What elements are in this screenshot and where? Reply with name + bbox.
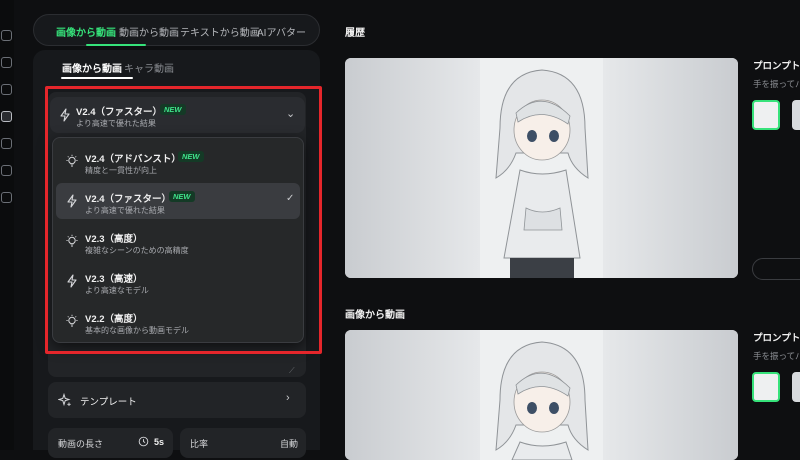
blurred-background bbox=[345, 58, 480, 278]
action-button[interactable] bbox=[752, 258, 800, 280]
blurred-background bbox=[603, 58, 738, 278]
option-name: V2.4（ファスター） bbox=[85, 194, 172, 205]
bulb-icon bbox=[66, 314, 78, 327]
history-title: 履歴 bbox=[345, 28, 365, 39]
active-tab-indicator bbox=[86, 44, 146, 46]
model-dropdown: V2.4（アドバンスト） NEW 精度と一貫性が向上 V2.4（ファスター） N… bbox=[52, 137, 304, 343]
bulb-icon bbox=[66, 154, 78, 167]
model-option-v23-advanced[interactable]: V2.3（高度） 複雑なシーンのための高精度 bbox=[56, 223, 300, 259]
character-image bbox=[480, 330, 603, 460]
main-mode-tabs: 画像から動画 動画から動画 テキストから動画 AIアバター bbox=[33, 14, 320, 46]
ratio-card[interactable]: 比率 自動 bbox=[180, 428, 306, 458]
lightning-icon bbox=[67, 194, 77, 208]
tab-text-to-video[interactable]: テキストから動画 bbox=[180, 24, 260, 39]
ratio-label: 比率 bbox=[190, 439, 209, 449]
prompt-text: 手を振ってパ bbox=[753, 351, 800, 361]
tab-ai-avatar[interactable]: AIアバター bbox=[257, 24, 306, 39]
model-selector-description: より高速で優れた結果 bbox=[76, 119, 156, 128]
lightning-icon bbox=[60, 108, 70, 122]
duration-card[interactable]: 動画の長さ 5s bbox=[48, 428, 173, 458]
source-thumbnail[interactable] bbox=[752, 372, 780, 402]
source-thumbnail[interactable] bbox=[792, 100, 800, 130]
source-thumbnail[interactable] bbox=[752, 100, 780, 130]
option-description: より高速で優れた結果 bbox=[85, 206, 165, 215]
home-icon[interactable] bbox=[1, 30, 12, 41]
option-description: 複雑なシーンのための高精度 bbox=[85, 246, 189, 255]
layers-icon[interactable] bbox=[1, 84, 12, 95]
history-video-preview-2[interactable] bbox=[345, 330, 738, 460]
tab-video-to-video[interactable]: 動画から動画 bbox=[119, 24, 179, 39]
source-thumbnail[interactable] bbox=[792, 372, 800, 402]
video-icon[interactable] bbox=[1, 111, 12, 122]
history-item-title: 画像から動画 bbox=[345, 310, 405, 321]
bulb-icon bbox=[66, 234, 78, 247]
sparkle-icon bbox=[58, 393, 71, 407]
blurred-background bbox=[603, 330, 738, 460]
chevron-right-icon: › bbox=[286, 392, 290, 404]
convert-icon[interactable] bbox=[1, 165, 12, 176]
prompt-label: プロンプト( bbox=[753, 333, 800, 344]
lightning-icon bbox=[67, 274, 77, 288]
option-description: より高速なモデル bbox=[85, 286, 149, 295]
prompt-text: 手を振ってパ bbox=[753, 79, 800, 89]
option-name: V2.2（高度） bbox=[85, 314, 143, 325]
gallery-icon[interactable] bbox=[1, 192, 12, 203]
image-icon[interactable] bbox=[1, 138, 12, 149]
option-name: V2.3（高度） bbox=[85, 234, 143, 245]
subtab-image-to-video[interactable]: 画像から動画 bbox=[62, 60, 122, 75]
chevron-down-icon: ⌄ bbox=[286, 108, 296, 120]
new-badge: NEW bbox=[169, 191, 195, 202]
active-subtab-indicator bbox=[61, 77, 133, 79]
model-option-v23-fast[interactable]: V2.3（高速） より高速なモデル bbox=[56, 263, 300, 299]
history-video-preview[interactable] bbox=[345, 58, 738, 278]
model-selector[interactable]: V2.4（ファスター） NEW より高速で優れた結果 ⌄ bbox=[50, 97, 305, 133]
blurred-background bbox=[345, 330, 480, 460]
option-description: 精度と一貫性が向上 bbox=[85, 166, 157, 175]
character-image bbox=[480, 58, 603, 278]
ratio-value: 自動 bbox=[280, 439, 299, 449]
model-option-v24-advanced[interactable]: V2.4（アドバンスト） NEW 精度と一貫性が向上 bbox=[56, 143, 300, 179]
check-icon: ✓ bbox=[286, 193, 295, 204]
subtab-character-video[interactable]: キャラ動画 bbox=[124, 60, 174, 75]
tab-image-to-video[interactable]: 画像から動画 bbox=[56, 24, 116, 39]
option-name: V2.4（アドバンスト） bbox=[85, 154, 181, 165]
model-selector-name: V2.4（ファスター） bbox=[76, 107, 163, 118]
option-name: V2.3（高速） bbox=[85, 274, 143, 285]
prompt-label: プロンプト( bbox=[753, 61, 800, 72]
left-nav-rail bbox=[0, 0, 14, 450]
template-row[interactable]: テンプレート › bbox=[48, 382, 306, 418]
model-option-v22-advanced[interactable]: V2.2（高度） 基本的な画像から動画モデル bbox=[56, 303, 300, 339]
template-label: テンプレート bbox=[80, 397, 137, 408]
duration-value: 5s bbox=[154, 437, 165, 447]
clock-icon bbox=[138, 436, 149, 447]
new-badge: NEW bbox=[160, 104, 186, 115]
duration-label: 動画の長さ bbox=[58, 439, 104, 449]
assets-icon[interactable] bbox=[1, 57, 12, 68]
model-option-v24-faster[interactable]: V2.4（ファスター） NEW より高速で優れた結果 ✓ bbox=[56, 183, 300, 219]
resize-handle-icon[interactable]: ⟋ bbox=[289, 366, 295, 376]
new-badge: NEW bbox=[178, 151, 204, 162]
option-description: 基本的な画像から動画モデル bbox=[85, 326, 189, 335]
